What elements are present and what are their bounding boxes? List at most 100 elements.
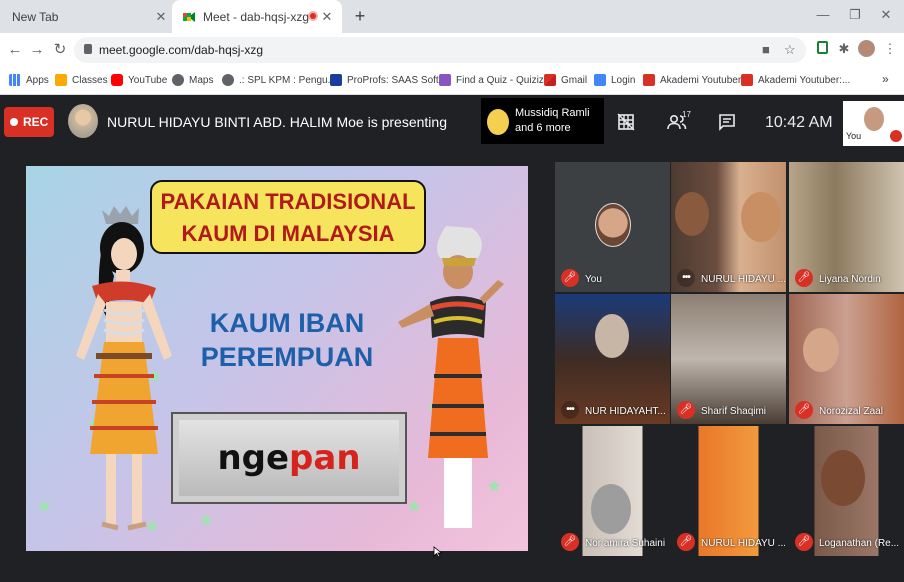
presenting-banner: NURUL HIDAYU BINTI ABD. HALIM Moe is pre… <box>107 114 447 130</box>
participant-tile[interactable]: ••• NUR HIDAYAHT... <box>555 294 670 424</box>
slide-answer-box: ngepan <box>171 412 407 504</box>
apps-grid-icon <box>9 74 21 86</box>
participant-name: Nor amira Suhaini <box>585 538 666 549</box>
participant-name: Sharif Shaqimi <box>701 406 767 417</box>
classroom-icon <box>55 74 67 86</box>
mic-off-icon: 🎤︎ <box>795 401 813 419</box>
presentation-stage: ★ ★ ★ ★ ★ ★ ★ ★ ★ <box>0 146 547 572</box>
extension-icon[interactable] <box>814 41 830 57</box>
iban-dancer-photo-illustration <box>398 226 504 528</box>
self-label: You <box>846 131 862 141</box>
speaker-name: Mussidiq Ramli <box>515 107 590 119</box>
url-text: meet.google.com/dab-hqsj-xzg <box>99 43 264 57</box>
bookmark-proprofs[interactable]: ProProfs: SAAS Soft... <box>330 74 447 86</box>
bookmark-spl-kpm[interactable]: .: SPL KPM : Pengu... <box>222 74 336 86</box>
bookmark-akademi-youtuber-2[interactable]: Akademi Youtuber:... <box>741 74 850 86</box>
quizizz-icon <box>439 74 451 86</box>
star-decoration-icon: ★ <box>198 510 215 530</box>
akademi-icon <box>643 74 655 86</box>
window-close-icon[interactable]: ✕ <box>878 7 894 23</box>
gmail-icon <box>544 74 556 86</box>
bookmark-maps[interactable]: Maps <box>172 74 213 86</box>
participant-avatar <box>595 203 631 247</box>
mouse-cursor-icon <box>433 546 443 558</box>
slide-title-line-1: PAKAIAN TRADISIONAL <box>160 189 416 214</box>
bookmark-star-icon[interactable]: ☆ <box>784 42 796 58</box>
answer-text-part-1: nge <box>217 438 290 478</box>
browser-toolbar: ← → ↻ meet.google.com/dab-hqsj-xzg ■ ☆ <box>0 33 904 67</box>
tab-title: Meet - dab-hqsj-xzg <box>203 9 310 24</box>
bookmark-youtube[interactable]: YouTube <box>111 74 167 86</box>
recording-indicator-icon <box>308 11 318 21</box>
participant-count-badge: 17 <box>682 110 691 119</box>
mic-off-icon: 🎤︎ <box>677 401 695 419</box>
participant-name: NURUL HIDAYU ... <box>701 274 785 285</box>
participant-tile[interactable]: 🎤︎ Norozizal Zaal <box>789 294 904 424</box>
participant-name: NUR HIDAYAHT... <box>585 406 666 417</box>
participant-tile[interactable]: 🎤︎ Loganathan (Re... <box>789 426 904 556</box>
browser-tab-strip: New Tab ✕ Meet - dab-hqsj-xzg ✕ + — ❐ ✕ <box>0 0 904 33</box>
login-icon <box>594 74 606 86</box>
slide-subtitle: KAUM IBAN PEREMPUAN <box>182 306 392 374</box>
mic-off-icon: 🎤︎ <box>795 533 813 551</box>
minimize-icon[interactable]: — <box>815 7 831 22</box>
mic-off-icon: 🎤︎ <box>677 533 695 551</box>
tab-title: New Tab <box>12 9 59 24</box>
mic-off-icon <box>890 130 902 142</box>
participant-tile[interactable]: 🎤︎ You <box>555 162 670 292</box>
globe-icon <box>222 74 234 86</box>
presenter-avatar <box>68 104 98 138</box>
bookmark-login[interactable]: Login <box>594 74 635 86</box>
bookmark-quizizz[interactable]: Find a Quiz - Quizizz <box>439 74 549 86</box>
close-icon[interactable]: ✕ <box>154 10 168 24</box>
back-arrow-icon[interactable]: ← <box>6 41 24 59</box>
speaking-indicator-icon: ••• <box>561 401 579 419</box>
self-avatar <box>864 107 884 131</box>
reload-icon[interactable]: ↻ <box>51 41 69 59</box>
chat-icon[interactable] <box>718 113 736 136</box>
restore-icon[interactable]: ❐ <box>847 7 863 23</box>
bookmark-gmail[interactable]: Gmail <box>544 74 587 86</box>
layout-grid-off-icon[interactable] <box>617 113 635 136</box>
proprofs-icon <box>330 74 342 86</box>
new-tab-button[interactable]: + <box>350 6 370 26</box>
self-view-thumbnail[interactable]: You <box>843 101 904 146</box>
close-icon[interactable]: ✕ <box>320 10 334 24</box>
bookmark-apps[interactable]: Apps <box>9 74 49 86</box>
mic-off-icon: 🎤︎ <box>795 269 813 287</box>
tab-new-tab[interactable]: New Tab ✕ <box>0 0 172 33</box>
bookmark-akademi-youtuber[interactable]: Akademi Youtuber <box>643 74 741 86</box>
participant-name: NURUL HIDAYU ... <box>701 538 785 549</box>
participant-name: Norozizal Zaal <box>819 406 883 417</box>
participant-tile[interactable]: 🎤︎ Liyana Nordin <box>789 162 904 292</box>
participant-tile[interactable]: 🎤︎ Sharif Shaqimi <box>671 294 786 424</box>
kebab-menu-icon[interactable]: ⋮ <box>882 41 898 57</box>
active-speakers-chip[interactable]: Mussidiq Ramli and 6 more <box>481 98 604 144</box>
more-bookmarks-button[interactable]: » <box>882 72 889 86</box>
participant-tile[interactable]: ••• NURUL HIDAYU ... <box>671 162 786 292</box>
puzzle-extensions-icon[interactable]: ✱ <box>836 41 852 57</box>
answer-text-part-2: pan <box>289 438 361 478</box>
camera-in-use-icon[interactable]: ■ <box>762 42 770 57</box>
youtube-icon <box>111 74 123 86</box>
participant-name: You <box>585 274 602 285</box>
participant-tile[interactable]: 🎤︎ Nor amira Suhaini <box>555 426 670 556</box>
slide-title-line-2: KAUM DI MALAYSIA <box>181 221 395 246</box>
participant-name: Liyana Nordin <box>819 274 881 285</box>
recording-badge[interactable]: REC <box>4 107 54 137</box>
bookmark-classes[interactable]: Classes <box>55 74 108 86</box>
participant-tile[interactable]: 🎤︎ NURUL HIDAYU ... <box>671 426 786 556</box>
slide-subtitle-line-2: PEREMPUAN <box>200 342 374 372</box>
bookmarks-bar: Apps Classes YouTube Maps .: SPL KPM : P… <box>0 67 904 95</box>
forward-arrow-icon[interactable]: → <box>28 41 46 59</box>
speaking-indicator-icon: ••• <box>677 269 695 287</box>
profile-avatar[interactable] <box>858 40 875 57</box>
meet-logo-icon <box>183 11 195 22</box>
akademi-icon <box>741 74 753 86</box>
slide-subtitle-line-1: KAUM IBAN <box>209 308 365 338</box>
speaker-others: and 6 more <box>515 122 571 134</box>
slide-title-box: PAKAIAN TRADISIONAL KAUM DI MALAYSIA <box>150 180 426 254</box>
address-bar[interactable]: meet.google.com/dab-hqsj-xzg ■ ☆ <box>74 37 806 63</box>
presented-slide: ★ ★ ★ ★ ★ ★ ★ ★ ★ <box>26 166 528 551</box>
tab-meet[interactable]: Meet - dab-hqsj-xzg ✕ <box>172 0 342 33</box>
